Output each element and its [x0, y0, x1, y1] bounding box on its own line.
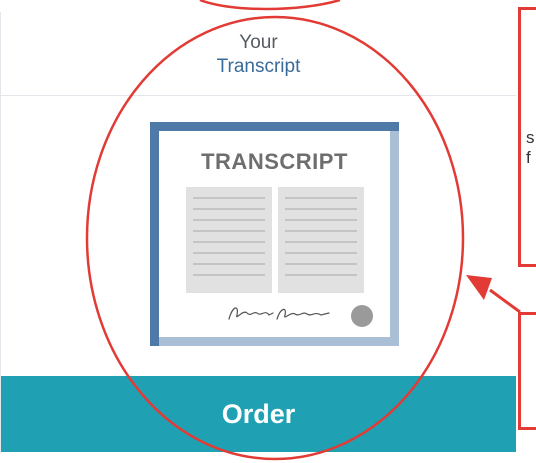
- document-heading: TRANSCRIPT: [201, 149, 348, 174]
- highlight-ellipse-top-fragment: [199, 0, 341, 11]
- card-title-transcript[interactable]: Transcript: [1, 56, 516, 78]
- card-header: Your Transcript: [1, 12, 516, 96]
- transcript-card[interactable]: Your Transcript TRANSCRIPT Order: [0, 12, 516, 452]
- order-button[interactable]: Order: [1, 376, 516, 452]
- card-title-your: Your: [239, 32, 278, 53]
- callout-text-fragment-1: s: [526, 128, 535, 147]
- callout-text-fragment-2: f: [526, 148, 531, 167]
- document-text-column-left: [186, 187, 272, 293]
- document-paper: TRANSCRIPT: [159, 131, 390, 337]
- seal-icon: [351, 305, 373, 327]
- annotation-callout-top: s f: [518, 7, 536, 267]
- signature-icon: [228, 307, 330, 320]
- annotation-callout-bottom: [518, 312, 536, 430]
- transcript-illustration: TRANSCRIPT: [150, 122, 399, 346]
- document-text-column-right: [278, 187, 364, 293]
